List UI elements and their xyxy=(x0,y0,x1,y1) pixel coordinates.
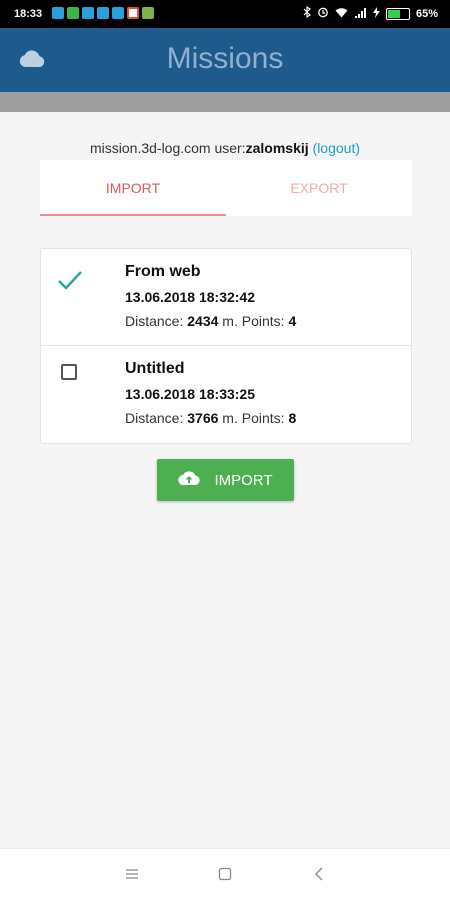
tab-bar: IMPORT EXPORT xyxy=(40,160,412,216)
battery-level-fill xyxy=(387,9,400,18)
logout-link[interactable]: (logout) xyxy=(313,140,360,156)
account-prefix: mission.3d-log.com user: xyxy=(89,140,246,156)
points-label: m. Points: xyxy=(222,313,285,329)
notif-app-icon-5 xyxy=(112,7,124,19)
home-square-icon[interactable] xyxy=(218,867,232,886)
notif-app-icon-4 xyxy=(97,7,109,19)
mission-name: From web xyxy=(125,263,201,280)
import-button-label: IMPORT xyxy=(214,471,273,489)
notif-app-icon-2 xyxy=(67,7,79,19)
notif-app-icon-6 xyxy=(127,7,139,19)
mission-stats: Distance: 3766 m. Points: 8 xyxy=(125,410,296,426)
app-bar: Missions xyxy=(0,28,450,92)
status-bar: 18:33 65% xyxy=(0,0,450,28)
tab-import[interactable]: IMPORT xyxy=(40,160,226,216)
import-button[interactable]: IMPORT xyxy=(157,459,294,501)
notif-app-icon-1 xyxy=(52,7,64,19)
mission-date: 13.06.2018 18:32:42 xyxy=(125,289,255,305)
mission-name: Untitled xyxy=(125,360,185,377)
cloud-upload-icon xyxy=(178,470,201,490)
back-icon[interactable] xyxy=(314,867,324,886)
battery-percent: 65% xyxy=(415,7,438,20)
points-value: 4 xyxy=(288,313,297,329)
app-bar-shadow xyxy=(0,92,450,112)
account-line: mission.3d-log.com user:zalomskij (logou… xyxy=(0,140,450,156)
account-username: zalomskij xyxy=(245,140,309,156)
missions-list: From web 13.06.2018 18:32:42 Distance: 2… xyxy=(40,248,412,444)
battery-icon xyxy=(385,7,410,20)
checkmark-icon[interactable] xyxy=(57,269,83,296)
main-content: mission.3d-log.com user:zalomskij (logou… xyxy=(0,112,450,848)
points-label: m. Points: xyxy=(222,410,285,426)
checkbox-empty-icon xyxy=(61,364,77,380)
alarm-icon xyxy=(317,6,329,21)
notif-app-icon-7 xyxy=(142,7,154,19)
mission-stats: Distance: 2434 m. Points: 4 xyxy=(125,313,296,329)
distance-label: Distance: xyxy=(125,313,184,329)
checkbox[interactable] xyxy=(61,364,77,380)
points-value: 8 xyxy=(288,410,297,426)
notification-icons xyxy=(52,7,154,19)
charging-icon xyxy=(372,6,380,21)
nav-bar xyxy=(0,848,450,901)
signal-icon xyxy=(354,7,367,21)
wifi-icon xyxy=(335,7,348,21)
notif-app-icon-3 xyxy=(82,7,94,19)
tab-export[interactable]: EXPORT xyxy=(226,160,412,216)
menu-icon[interactable] xyxy=(125,867,139,886)
list-item[interactable]: Untitled 13.06.2018 18:33:25 Distance: 3… xyxy=(41,345,411,442)
distance-value: 2434 xyxy=(187,313,219,329)
list-item[interactable]: From web 13.06.2018 18:32:42 Distance: 2… xyxy=(41,249,411,345)
page-title: Missions xyxy=(166,42,284,75)
mission-date: 13.06.2018 18:33:25 xyxy=(125,386,255,402)
distance-label: Distance: xyxy=(125,410,184,426)
distance-value: 3766 xyxy=(187,410,219,426)
bluetooth-icon xyxy=(303,5,311,21)
status-time: 18:33 xyxy=(14,8,43,20)
